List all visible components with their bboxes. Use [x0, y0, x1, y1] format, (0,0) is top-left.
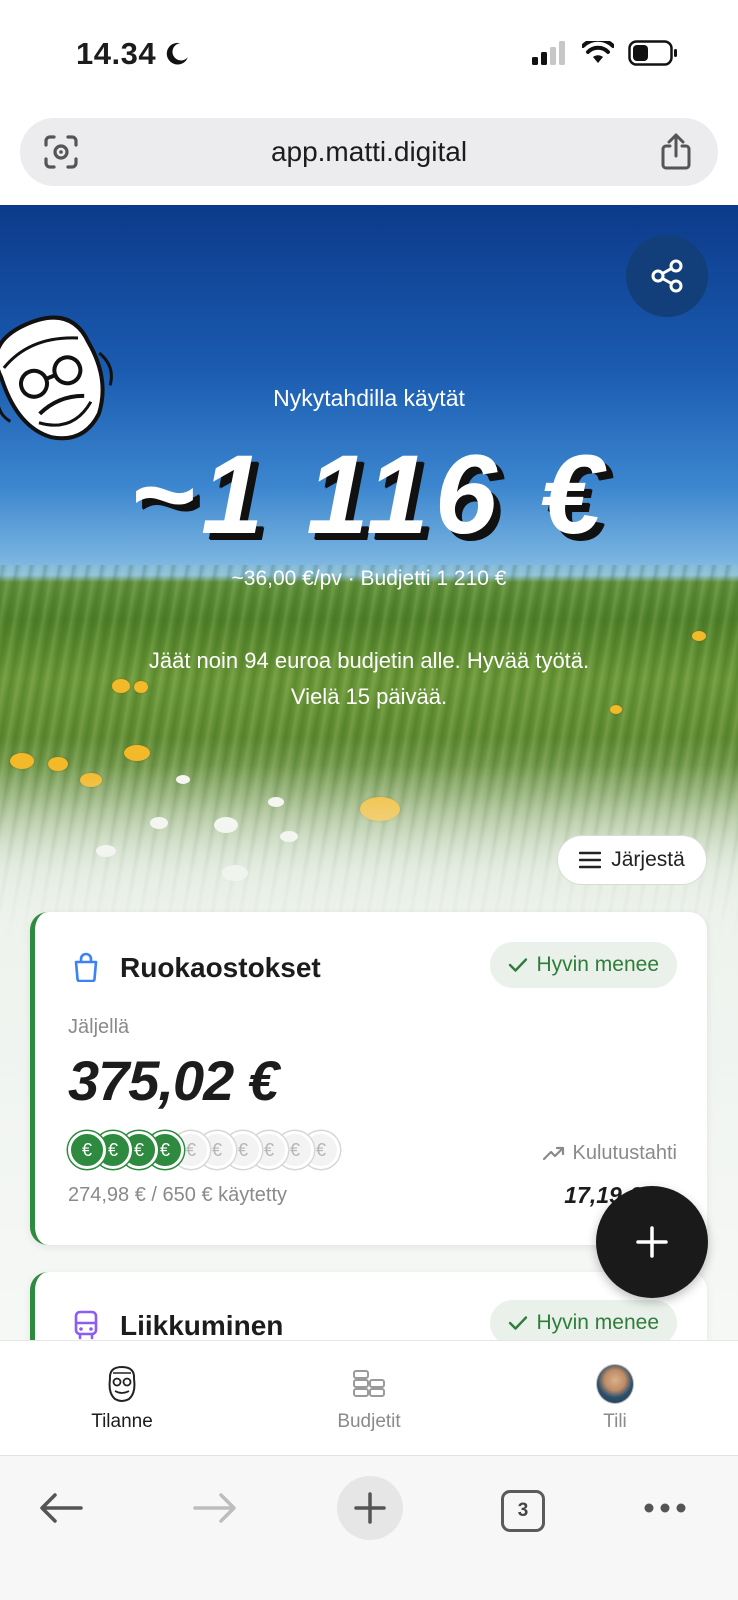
hamburger-icon: [579, 851, 602, 869]
hero-share-button[interactable]: [626, 235, 708, 317]
moon-icon: [166, 42, 188, 65]
share-nodes-icon: [651, 259, 683, 293]
avatar: [596, 1364, 634, 1404]
status-icons: [532, 40, 678, 66]
status-badge-label: Hyvin menee: [536, 953, 659, 976]
mascot-face-icon: [103, 1365, 141, 1403]
status-bar: 14.34: [0, 0, 738, 110]
flower-decoration: [124, 745, 150, 761]
flower-decoration: [692, 631, 706, 641]
nav-label: Tilanne: [91, 1411, 153, 1432]
spent-text: 274,98 € / 650 € käytetty: [68, 1184, 288, 1206]
new-tab-button[interactable]: [337, 1476, 403, 1540]
coin-progress: € € € € € € € € € €: [68, 1131, 340, 1169]
nav-item-budjetit[interactable]: Budjetit: [269, 1341, 469, 1456]
status-badge: Hyvin menee: [490, 942, 677, 988]
battery-icon: [628, 40, 677, 66]
check-icon: [509, 1316, 528, 1330]
tabs-button[interactable]: 3: [501, 1490, 545, 1532]
hero-summary: Nykytahdilla käytät ~1 116 € ~36,00 €/pv…: [0, 205, 738, 945]
back-arrow-icon: [40, 1493, 83, 1523]
sort-button[interactable]: Järjestä: [557, 835, 707, 885]
nav-item-tilanne[interactable]: Tilanne: [22, 1341, 222, 1456]
share-icon[interactable]: [660, 132, 692, 170]
bottom-navigation: Tilanne Budjetit Tili: [0, 1340, 738, 1455]
flower-decoration: [610, 705, 622, 714]
sort-button-label: Järjestä: [611, 848, 685, 871]
budget-title: Liikkuminen: [120, 1310, 284, 1341]
check-icon: [509, 958, 528, 972]
bus-icon: [74, 1310, 98, 1340]
forward-button[interactable]: [190, 1476, 240, 1540]
budget-card-ruokaostokset[interactable]: Ruokaostokset Hyvin menee Jäljellä 375,0…: [30, 912, 707, 1245]
remaining-label: Jäljellä: [68, 1016, 130, 1038]
pace-label-text: Kulutustahti: [572, 1142, 677, 1164]
back-button[interactable]: [36, 1476, 86, 1540]
address-bar[interactable]: app.matti.digital: [20, 118, 718, 186]
plus-icon: [636, 1226, 668, 1258]
hero-message: Jäät noin 94 euroa budjetin alle. Hyvää …: [148, 648, 590, 709]
flower-decoration: [112, 679, 130, 693]
add-transaction-button[interactable]: [596, 1186, 708, 1298]
tab-count: 3: [517, 1500, 529, 1521]
hero-label: Nykytahdilla käytät: [273, 385, 465, 411]
coin-filled: €: [68, 1131, 106, 1169]
budget-title: Ruokaostokset: [120, 952, 321, 983]
shopping-bag-icon: [74, 952, 98, 982]
nav-label: Tili: [603, 1411, 627, 1432]
new-tab-plus-icon: [354, 1492, 386, 1524]
wifi-icon: [582, 41, 614, 63]
more-icon: [644, 1503, 686, 1513]
status-badge-label: Hyvin menee: [536, 1311, 659, 1334]
hero-daily-and-budget: ~36,00 €/pv · Budjetti 1 210 €: [231, 567, 507, 590]
more-button[interactable]: [640, 1476, 690, 1540]
remaining-value: 375,02 €: [68, 1049, 279, 1112]
pace-label: Kulutustahti: [542, 1142, 677, 1165]
coin-stack-icon: [350, 1365, 388, 1403]
hero-projected-amount: ~1 116 €: [129, 432, 609, 557]
browser-toolbar: 3: [0, 1455, 738, 1600]
signal-icon: [532, 41, 565, 65]
nav-item-tili[interactable]: Tili: [515, 1341, 715, 1456]
nav-label: Budjetit: [337, 1411, 401, 1432]
forward-arrow-icon: [193, 1493, 236, 1523]
status-time-text: 14.34: [76, 36, 157, 71]
url-text[interactable]: app.matti.digital: [20, 136, 718, 168]
trend-up-icon: [543, 1146, 565, 1160]
avatar-wrapper: [596, 1364, 634, 1404]
status-time: 14.34: [76, 36, 190, 72]
